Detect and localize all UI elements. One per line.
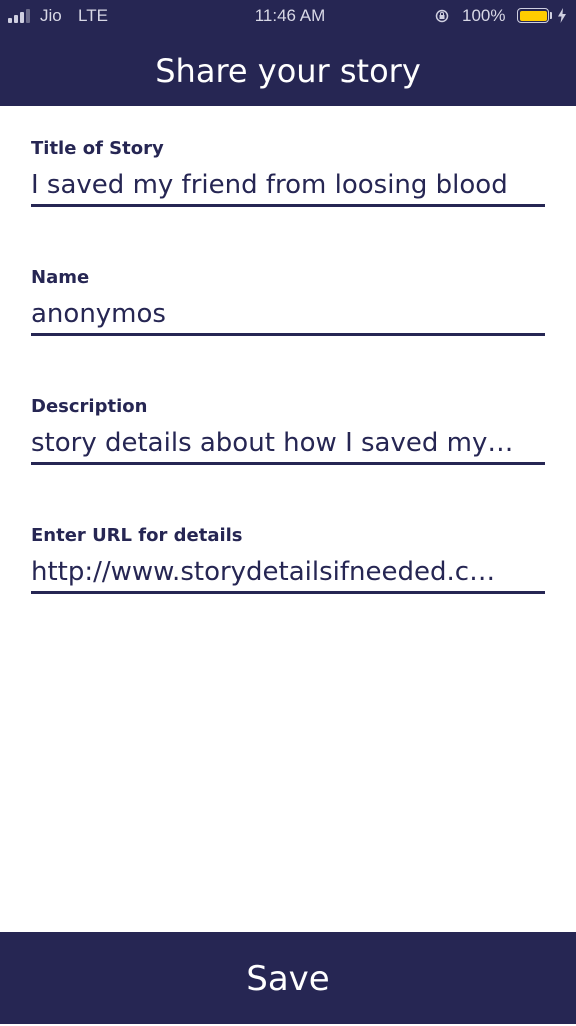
title-input[interactable] — [31, 166, 545, 207]
app-header: Share your story — [0, 32, 576, 106]
battery-fill — [519, 10, 547, 21]
name-label: Name — [31, 267, 90, 288]
save-button-label: Save — [246, 959, 330, 999]
description-label: Description — [31, 396, 148, 417]
name-input[interactable] — [31, 295, 545, 336]
page-title: Share your story — [155, 52, 421, 90]
battery-nub — [550, 12, 552, 19]
orientation-lock-icon — [435, 9, 449, 23]
battery-percent: 100% — [462, 6, 506, 25]
url-label: Enter URL for details — [31, 525, 243, 546]
status-bar: Jio LTE 11:46 AM 100% — [0, 0, 576, 32]
charging-bolt-icon — [558, 8, 566, 23]
battery-icon — [517, 8, 549, 23]
description-input[interactable] — [31, 424, 545, 465]
title-label: Title of Story — [31, 138, 164, 159]
url-input[interactable] — [31, 553, 545, 594]
save-button[interactable]: Save — [0, 932, 576, 1024]
